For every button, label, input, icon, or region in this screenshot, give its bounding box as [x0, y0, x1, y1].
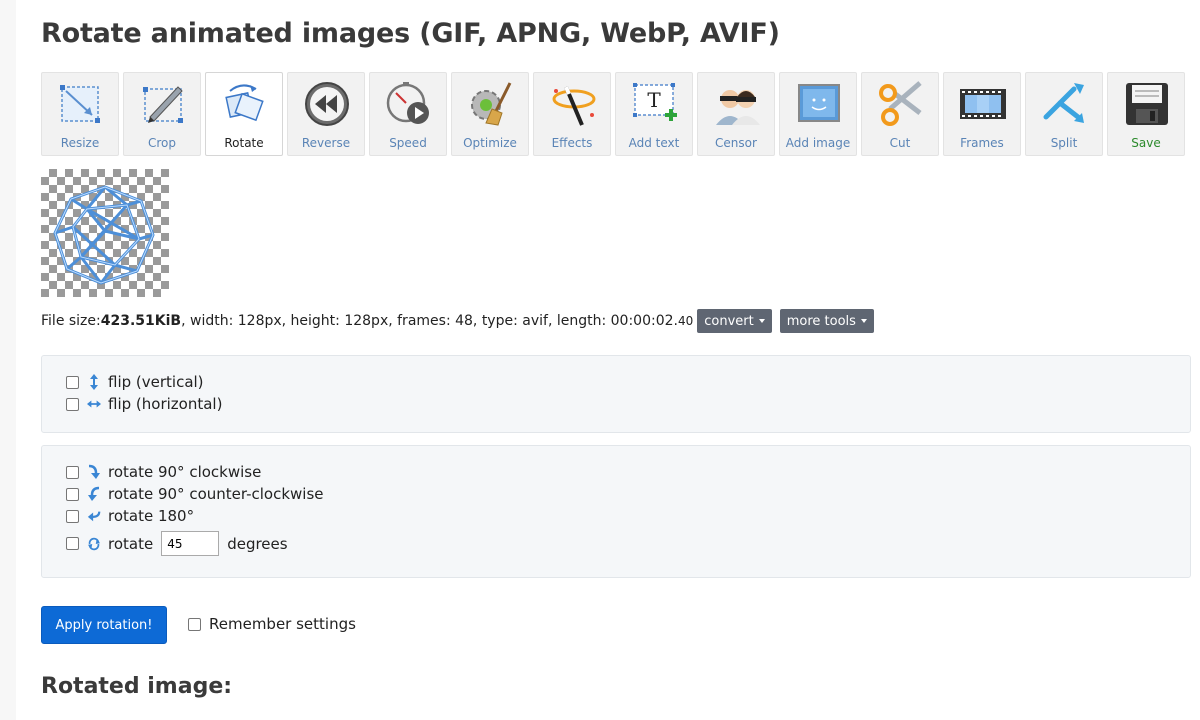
tool-label: Add image — [785, 136, 851, 150]
tool-save-button[interactable]: Save — [1107, 72, 1185, 156]
file-info: File size: 423.51KiB , width: 128px, hei… — [41, 309, 874, 333]
remember-settings-checkbox[interactable] — [188, 617, 201, 631]
file-details: , width: 128px, height: 128px, frames: 4… — [181, 313, 678, 329]
rotate-cw-label: rotate 90° clockwise — [108, 463, 262, 481]
effects-icon — [552, 86, 596, 126]
tool-label: Censor — [715, 136, 757, 150]
tool-label: Reverse — [301, 136, 351, 150]
svg-text:T: T — [647, 88, 661, 112]
caret-down-icon — [758, 319, 765, 323]
tool-add-image-button[interactable]: Add image — [779, 72, 857, 156]
rotate-clockwise-icon — [88, 464, 100, 479]
more-tools-dropdown[interactable]: more tools — [779, 309, 874, 333]
rotate-custom-prefix: rotate — [108, 534, 154, 553]
flip-vertical-label: flip (vertical) — [108, 373, 204, 391]
tool-label: Effects — [551, 136, 593, 150]
rotate-degrees-input[interactable] — [161, 531, 220, 556]
optimize-icon — [471, 82, 512, 126]
tool-optimize-button[interactable]: Optimize — [451, 72, 529, 156]
rotate-180-label: rotate 180° — [108, 507, 195, 525]
tool-split-button[interactable]: Split — [1025, 72, 1103, 156]
flip-vertical-checkbox[interactable] — [66, 375, 79, 389]
apply-rotation-button[interactable]: Apply rotation! — [41, 606, 167, 644]
rotate-ccw-option[interactable]: rotate 90° counter-clockwise — [66, 485, 324, 503]
rotate-custom-option[interactable]: rotate degrees — [66, 531, 288, 556]
file-length-fraction: 40 — [677, 314, 694, 328]
rotate-options-panel: rotate 90° clockwise rotate 90° counter-… — [41, 445, 1191, 578]
flip-horizontal-label: flip (horizontal) — [108, 395, 223, 413]
flip-horizontal-checkbox[interactable] — [66, 397, 79, 411]
tool-label: Rotate — [224, 136, 264, 150]
file-size-label: File size: — [41, 313, 101, 329]
vertical-arrows-icon — [90, 374, 98, 390]
split-icon — [1043, 83, 1084, 123]
flip-vertical-option[interactable]: flip (vertical) — [66, 373, 204, 391]
tool-label: Frames — [960, 136, 1004, 150]
tool-label: Cut — [889, 136, 911, 150]
reverse-icon — [305, 82, 349, 126]
rotate-cw-checkbox[interactable] — [66, 465, 79, 479]
rotate-cw-option[interactable]: rotate 90° clockwise — [66, 463, 261, 481]
page: Rotate animated images (GIF, APNG, WebP,… — [16, 0, 1200, 720]
page-title: Rotate animated images (GIF, APNG, WebP,… — [41, 18, 780, 49]
rotate-counter-clockwise-icon — [88, 486, 100, 501]
rotated-image-heading: Rotated image: — [41, 674, 233, 699]
tool-crop-button[interactable]: Crop — [123, 72, 201, 156]
convert-label: convert — [704, 313, 754, 329]
tool-effects-button[interactable]: Effects — [533, 72, 611, 156]
tool-censor-button[interactable]: Censor — [697, 72, 775, 156]
add-image-icon — [798, 84, 840, 122]
save-icon — [1126, 83, 1168, 125]
flip-options-panel: flip (vertical) flip (horizontal) — [41, 355, 1191, 433]
image-preview — [41, 169, 169, 297]
tool-label: Speed — [389, 136, 427, 150]
tool-rotate-button[interactable]: Rotate — [205, 72, 283, 156]
speed-icon — [386, 82, 429, 124]
censor-icon — [716, 90, 760, 125]
tool-label: Resize — [60, 136, 100, 150]
more-tools-label: more tools — [786, 313, 856, 329]
remember-settings-label: Remember settings — [209, 615, 356, 633]
tool-label: Crop — [147, 136, 176, 150]
tool-resize-button[interactable]: Resize — [41, 72, 119, 156]
tool-reverse-button[interactable]: Reverse — [287, 72, 365, 156]
rotate-custom-checkbox[interactable] — [66, 537, 79, 550]
frames-icon — [960, 89, 1006, 119]
resize-icon — [60, 85, 100, 123]
tool-speed-button[interactable]: Speed — [369, 72, 447, 156]
tool-add-text-button[interactable]: T Add text — [615, 72, 693, 156]
rotate-ccw-checkbox[interactable] — [66, 487, 79, 501]
flip-horizontal-option[interactable]: flip (horizontal) — [66, 395, 222, 413]
tool-label: Split — [1050, 136, 1078, 150]
rotate-custom-icon — [87, 537, 101, 550]
rotate-180-checkbox[interactable] — [66, 509, 79, 523]
tool-label: Add text — [628, 136, 680, 150]
caret-down-icon — [860, 319, 867, 323]
rotate-180-icon — [87, 511, 101, 522]
tool-label: Optimize — [463, 136, 517, 150]
file-size-value: 423.51KiB — [100, 313, 182, 329]
tool-label: Save — [1131, 136, 1161, 150]
add-text-icon: T — [633, 83, 677, 121]
polyhedron-image — [53, 185, 155, 285]
rotate-icon — [225, 84, 264, 122]
rotate-180-option[interactable]: rotate 180° — [66, 507, 194, 525]
remember-settings-option[interactable]: Remember settings — [188, 615, 356, 633]
tool-cut-button[interactable]: Cut — [861, 72, 939, 156]
cut-icon — [879, 81, 922, 126]
tool-toolbar: Resize Crop Rotate Reverse Speed Optimiz… — [41, 72, 1185, 156]
rotate-ccw-label: rotate 90° counter-clockwise — [108, 485, 324, 503]
convert-dropdown[interactable]: convert — [697, 309, 772, 333]
tool-frames-button[interactable]: Frames — [943, 72, 1021, 156]
crop-icon — [143, 86, 183, 123]
rotate-custom-suffix: degrees — [227, 534, 288, 553]
horizontal-arrows-icon — [87, 400, 101, 408]
